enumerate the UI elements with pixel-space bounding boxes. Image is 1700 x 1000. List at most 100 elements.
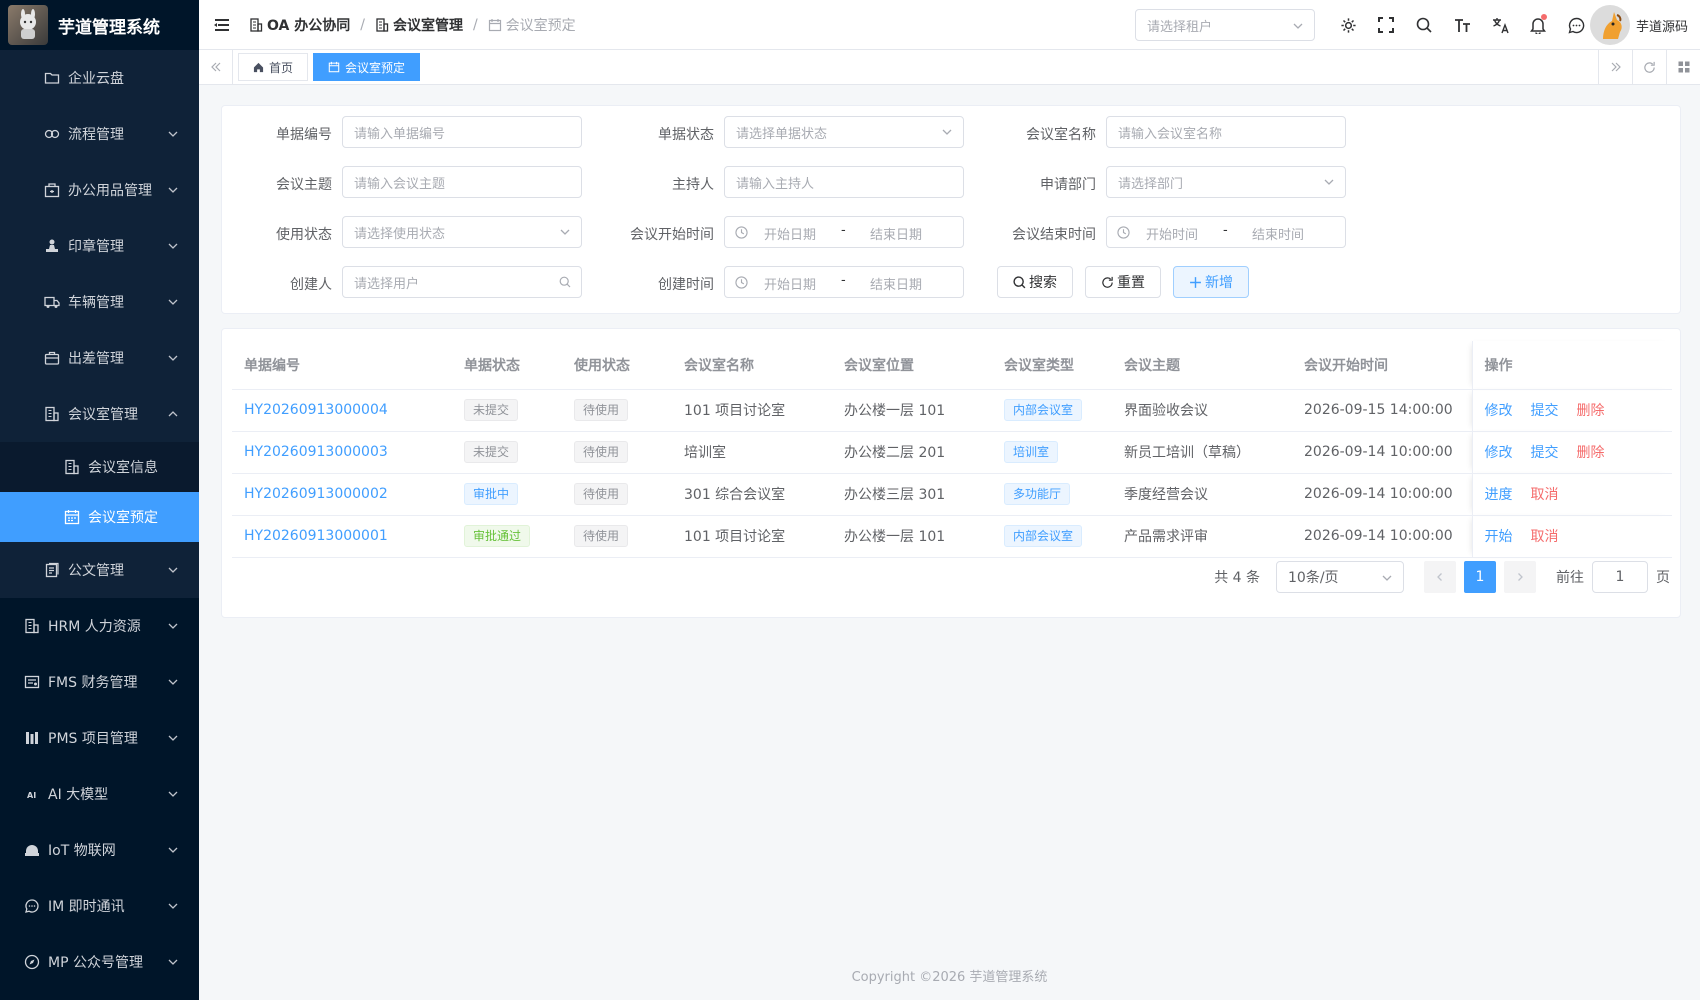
room-type-badge: 多功能厅 [1004, 483, 1071, 505]
project-icon [24, 730, 40, 746]
chevron-down-icon [1323, 176, 1335, 192]
top-header: OA 办公协同 / 会议室管理 / 会议室预定 请选择租户 芋道源码 [199, 0, 1700, 50]
bill-no-input[interactable]: 请输入单据编号 [342, 116, 582, 148]
sidebar-item[interactable]: 公文管理 [0, 542, 199, 598]
hamburger-icon[interactable] [213, 16, 231, 34]
sidebar-item[interactable]: 企业云盘 [0, 50, 199, 106]
grid-menu-icon[interactable] [1666, 50, 1700, 84]
tag-home[interactable]: 首页 [238, 53, 309, 81]
bill-no-label: 单据编号 [276, 127, 332, 143]
breadcrumb-item[interactable]: OA 办公协同 [249, 15, 350, 35]
bill-status-select[interactable]: 请选择单据状态 [724, 116, 964, 148]
start-time-range-picker[interactable]: 开始日期 - 结束日期 [724, 216, 964, 248]
room-name-input[interactable]: 请输入会议室名称 [1106, 116, 1346, 148]
use-status-select[interactable]: 请选择使用状态 [342, 216, 582, 248]
goto-page-input[interactable]: 1 [1592, 561, 1648, 593]
font-size-icon[interactable] [1443, 0, 1481, 50]
row-action-button[interactable]: 修改 [1485, 403, 1513, 419]
page-number-current[interactable]: 1 [1464, 561, 1496, 593]
sidebar-item[interactable]: PMS 项目管理 [0, 710, 199, 766]
chat-icon [24, 898, 40, 914]
double-chevron-right-icon[interactable] [1598, 50, 1632, 84]
page-size-select[interactable]: 10条/页 [1276, 561, 1404, 593]
tenant-select[interactable]: 请选择租户 [1135, 9, 1315, 41]
bill-status-badge: 审批通过 [464, 525, 531, 547]
translate-icon[interactable] [1481, 0, 1519, 50]
sidebar-item[interactable]: 会议室管理 [0, 386, 199, 442]
chevron-down-icon [1381, 572, 1393, 588]
bell-icon[interactable] [1519, 0, 1557, 50]
row-action-button[interactable]: 删除 [1577, 403, 1605, 419]
user-menu[interactable]: 芋道源码 [1590, 5, 1688, 45]
use-status-badge: 待使用 [574, 483, 629, 505]
end-time-range-picker[interactable]: 开始时间 - 结束时间 [1106, 216, 1346, 248]
row-action-button[interactable]: 开始 [1485, 529, 1513, 545]
fullscreen-icon[interactable] [1367, 0, 1405, 50]
column-header: 会议室位置 [832, 341, 992, 390]
reset-button[interactable]: 重置 [1085, 266, 1161, 298]
sidebar-item[interactable]: IoT 物联网 [0, 822, 199, 878]
sidebar-item[interactable]: HRM 人力资源 [0, 598, 199, 654]
truck-icon [44, 294, 60, 310]
double-chevron-left-icon[interactable] [199, 50, 233, 84]
flow-icon [44, 126, 60, 142]
page-size-value: 10条/页 [1288, 570, 1339, 586]
bill-no-link[interactable]: HY20260913000003 [244, 444, 388, 460]
chevron-down-icon [1292, 20, 1304, 36]
dept-select[interactable]: 请选择部门 [1106, 166, 1346, 198]
sidebar-item[interactable]: 车辆管理 [0, 274, 199, 330]
row-action-button[interactable]: 提交 [1531, 403, 1559, 419]
sidebar-item-label: 会议室管理 [68, 407, 138, 423]
sidebar-item[interactable]: IM 即时通讯 [0, 878, 199, 934]
use-status-badge: 待使用 [574, 399, 629, 421]
bill-no-link[interactable]: HY20260913000002 [244, 486, 388, 502]
search-button[interactable]: 搜索 [997, 266, 1073, 298]
sidebar-item[interactable]: 会议室信息 [0, 442, 199, 492]
create-time-range-picker[interactable]: 开始日期 - 结束日期 [724, 266, 964, 298]
breadcrumb-item[interactable]: 会议室管理 [375, 15, 463, 35]
building-icon [250, 17, 263, 32]
add-button[interactable]: 新增 [1173, 266, 1249, 298]
sidebar-item[interactable]: 印章管理 [0, 218, 199, 274]
tags-toolbar [1598, 50, 1700, 84]
sidebar-item[interactable]: 流程管理 [0, 106, 199, 162]
column-header: 会议主题 [1112, 341, 1292, 390]
search-icon[interactable] [1405, 0, 1443, 50]
location-cell: 办公楼一层 101 [832, 389, 992, 432]
chevron-left-icon [1437, 573, 1442, 581]
sidebar-item-label: IoT 物联网 [48, 843, 116, 859]
end-time-label: 会议结束时间 [1012, 227, 1096, 243]
sidebar-item[interactable]: AI AI 大模型 [0, 766, 199, 822]
use-status-placeholder: 请选择使用状态 [354, 226, 446, 242]
settings-icon[interactable] [1329, 0, 1367, 50]
sidebar-item[interactable]: 出差管理 [0, 330, 199, 386]
tag-meeting-room-booking[interactable]: 会议室预定 [313, 53, 421, 81]
row-action-button[interactable]: 提交 [1531, 445, 1559, 461]
bill-no-link[interactable]: HY20260913000004 [244, 402, 388, 418]
topic-cell: 季度经营会议 [1112, 473, 1292, 516]
actions-cell: 修改 提交 删除 [1471, 389, 1672, 432]
room-type-badge: 培训室 [1004, 441, 1059, 463]
refresh-icon[interactable] [1632, 50, 1666, 84]
topic-input[interactable]: 请输入会议主题 [342, 166, 582, 198]
prev-page-button[interactable] [1424, 561, 1456, 593]
svg-text:AI: AI [27, 791, 36, 800]
row-action-button[interactable]: 取消 [1531, 529, 1559, 545]
sidebar-item[interactable]: 会议室预定 [0, 492, 199, 542]
chevron-down-icon [941, 126, 953, 142]
sidebar-item-label: FMS 财务管理 [48, 675, 138, 691]
row-action-button[interactable]: 修改 [1485, 445, 1513, 461]
row-action-button[interactable]: 删除 [1577, 445, 1605, 461]
chevron-right-icon [1518, 573, 1523, 581]
logo[interactable]: 芋道管理系统 [0, 0, 199, 50]
breadcrumb-separator: / [472, 16, 478, 33]
sidebar-item[interactable]: FMS 财务管理 [0, 654, 199, 710]
sidebar-item[interactable]: 办公用品管理 [0, 162, 199, 218]
bill-no-link[interactable]: HY20260913000001 [244, 528, 388, 544]
next-page-button[interactable] [1504, 561, 1536, 593]
host-input[interactable]: 请输入主持人 [724, 166, 964, 198]
row-action-button[interactable]: 进度 [1485, 487, 1513, 503]
creator-select[interactable]: 请选择用户 [342, 266, 582, 298]
sidebar-item[interactable]: MP 公众号管理 [0, 934, 199, 990]
row-action-button[interactable]: 取消 [1531, 487, 1559, 503]
